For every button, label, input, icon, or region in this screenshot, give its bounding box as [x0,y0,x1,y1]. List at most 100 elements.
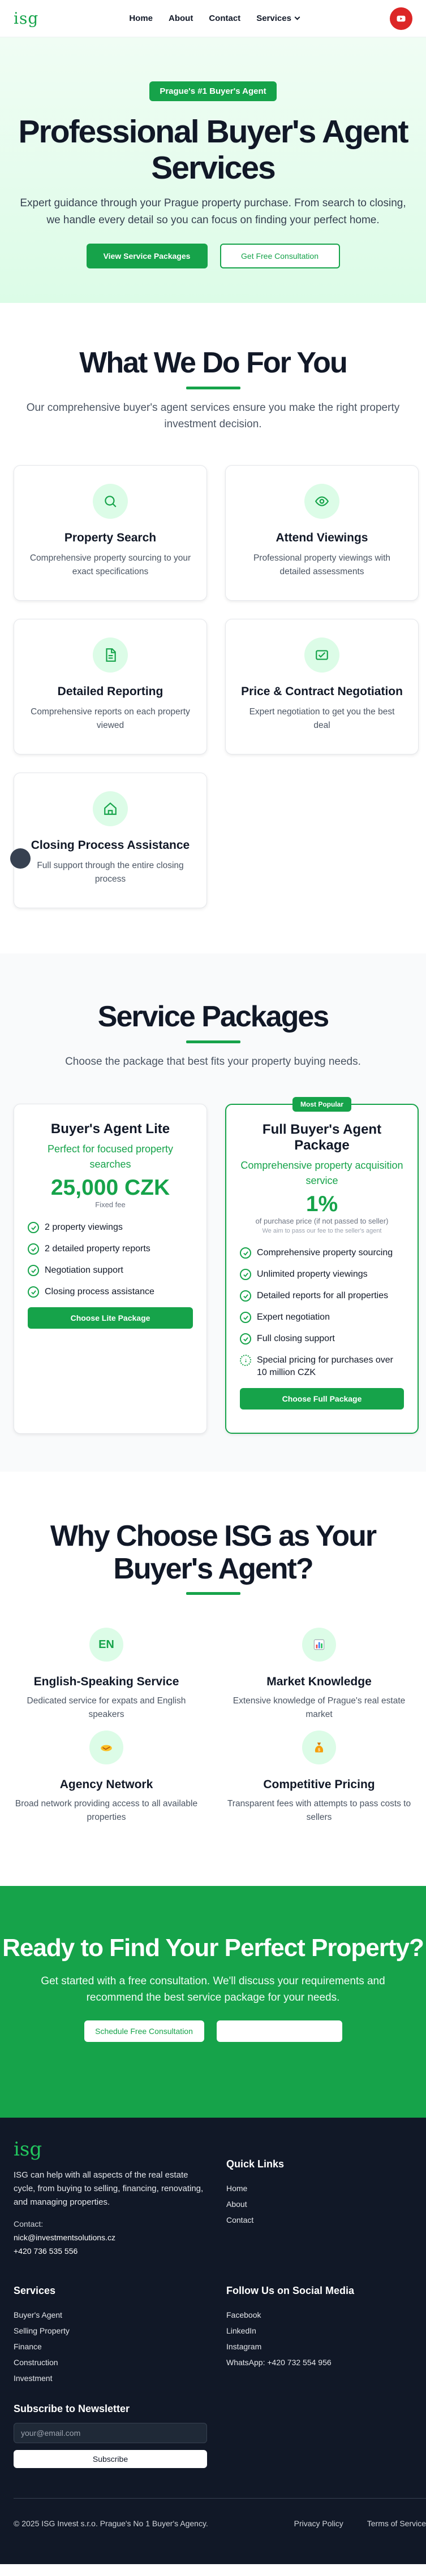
section-title: Why Choose ISG as Your Buyer's Agent? [50,1520,377,1585]
service-card: Detailed Reporting Comprehensive reports… [14,619,207,754]
footer-bottom: © 2025 ISG Invest s.r.o. Prague's No 1 B… [14,2498,426,2528]
copyright: © 2025 ISG Invest s.r.o. Prague's No 1 B… [14,2519,208,2528]
card-title: Attend Viewings [276,531,368,544]
service-card: Attend Viewings Professional property vi… [225,465,419,601]
site-header: isg Home About Contact Services [0,0,426,37]
cta-title: Ready to Find Your Perfect Property? [2,1934,424,1962]
title-underline [186,1592,240,1595]
why-choose-section: Why Choose ISG as Your Buyer's Agent? EN… [0,1472,426,1886]
section-subtitle: Choose the package that best fits your p… [65,1056,361,1068]
nav-home[interactable]: Home [129,14,153,23]
feature-text: 2 detailed property reports [45,1244,150,1254]
footer-service-link[interactable]: Finance [14,2339,226,2354]
instagram-link[interactable]: Instagram [226,2339,413,2354]
secondary-cta-button[interactable] [216,2020,342,2042]
feature-text: Full closing support [257,1334,335,1343]
hero-badge: Prague's #1 Buyer's Agent [149,81,277,101]
feature-text: Special pricing for purchases over 10 mi… [257,1355,394,1377]
hero-section: Prague's #1 Buyer's Agent Professional B… [0,37,426,303]
money-bag-icon: $ [302,1731,336,1764]
list-item: Unlimited property viewings [240,1268,404,1281]
contact-label: Contact: [14,2219,44,2228]
terms-link[interactable]: Terms of Service [367,2519,426,2528]
nav-about[interactable]: About [169,14,193,23]
most-popular-badge: Most Popular [292,1097,352,1112]
feature-text: 2 property viewings [45,1222,123,1232]
whatsapp-link[interactable]: WhatsApp: +420 732 554 956 [226,2354,413,2370]
cta-subtitle: Get started with a free consultation. We… [41,1975,385,2003]
youtube-icon[interactable] [390,7,412,30]
services-title: Services [14,2285,56,2296]
card-title: Property Search [64,531,157,544]
footer-service-link[interactable]: Selling Property [14,2323,226,2339]
package-note: We aim to pass our fee to the seller's a… [262,1228,382,1234]
service-card: Closing Process Assistance Full support … [14,773,207,908]
card-title: Price & Contract Negotiation [241,685,403,698]
site-footer: isg ISG can help with all aspects of the… [0,2118,426,2564]
footer-link-home[interactable]: Home [226,2180,413,2196]
service-card: Price & Contract Negotiation Expert nego… [225,619,419,754]
list-item: Full closing support [240,1333,404,1345]
list-item: Special pricing for purchases over 10 mi… [240,1354,404,1379]
feature-text: Detailed reports for all properties [257,1291,389,1300]
check-icon [240,1247,251,1259]
handshake-emoji-icon [89,1731,123,1764]
chevron-down-icon [294,14,300,20]
facebook-link[interactable]: Facebook [226,2307,413,2323]
hero-subtitle: Expert guidance through your Prague prop… [20,197,406,226]
view-packages-button[interactable]: View Service Packages [86,244,208,268]
package-title: Buyer's Agent Lite [50,1121,170,1137]
nav-contact[interactable]: Contact [209,14,240,23]
title-underline [186,1040,240,1043]
eye-icon [304,484,339,519]
free-consultation-button[interactable]: Get Free Consultation [220,244,340,268]
nav-services-label: Services [256,14,291,23]
nav-services[interactable]: Services [256,14,300,23]
section-title: Service Packages [97,1000,329,1033]
check-icon [240,1269,251,1280]
package-fee: of purchase price (if not passed to sell… [255,1217,389,1225]
package-price: 25,000 CZK [50,1176,170,1200]
search-icon [93,484,128,519]
quick-links-title: Quick Links [226,2158,285,2170]
list-item: 2 property viewings [28,1221,193,1234]
footer-email-link[interactable]: nick@investmentsolutions.cz [14,2231,226,2244]
newsletter-email-input[interactable]: your@email.com [14,2423,207,2443]
check-icon [28,1265,39,1276]
feature-item: $ Competitive Pricing Transparent fees w… [213,1731,425,1833]
footer-link-contact[interactable]: Contact [226,2212,413,2228]
footer-service-link[interactable]: Buyer's Agent [14,2307,226,2323]
footer-link-about[interactable]: About [226,2196,413,2212]
home-icon [93,791,128,826]
list-item: Detailed reports for all properties [240,1290,404,1302]
choose-lite-button[interactable]: Choose Lite Package [28,1307,193,1329]
feature-text: Expert negotiation [257,1312,330,1322]
package-title: Full Buyer's Agent Package [262,1122,382,1153]
card-text: Full support through the entire closing … [37,861,184,884]
footer-logo[interactable]: isg [14,2138,226,2161]
package-fee: Fixed fee [95,1200,126,1209]
list-item: Closing process assistance [28,1286,193,1298]
check-icon [28,1286,39,1298]
full-package-card: Most Popular Full Buyer's Agent Package … [225,1097,419,1434]
feature-text: Unlimited property viewings [257,1269,368,1279]
footer-service-link[interactable]: Investment [14,2370,226,2386]
feature-item: Agency Network Broad network providing a… [0,1731,213,1833]
footer-phone-link[interactable]: +420 736 535 556 [14,2244,226,2258]
choose-full-button[interactable]: Choose Full Package [240,1388,404,1410]
footer-service-link[interactable]: Construction [14,2354,226,2370]
privacy-policy-link[interactable]: Privacy Policy [294,2519,343,2528]
feature-title: Market Knowledge [266,1675,372,1688]
feature-title: Agency Network [59,1778,153,1791]
feature-text: Comprehensive property sourcing [257,1248,393,1257]
cta-section: Ready to Find Your Perfect Property? Get… [0,1886,426,2118]
check-icon [240,1312,251,1323]
logo[interactable]: isg [14,9,38,28]
feature-item: Market Knowledge Extensive knowledge of … [213,1628,425,1731]
floating-chat-button[interactable] [10,848,31,869]
packages-section: Service Packages Choose the package that… [0,953,426,1472]
card-text: Comprehensive reports on each property v… [31,707,190,730]
schedule-consultation-button[interactable]: Schedule Free Consultation [84,2020,204,2042]
linkedin-link[interactable]: LinkedIn [226,2323,413,2339]
subscribe-button[interactable]: Subscribe [14,2450,207,2468]
